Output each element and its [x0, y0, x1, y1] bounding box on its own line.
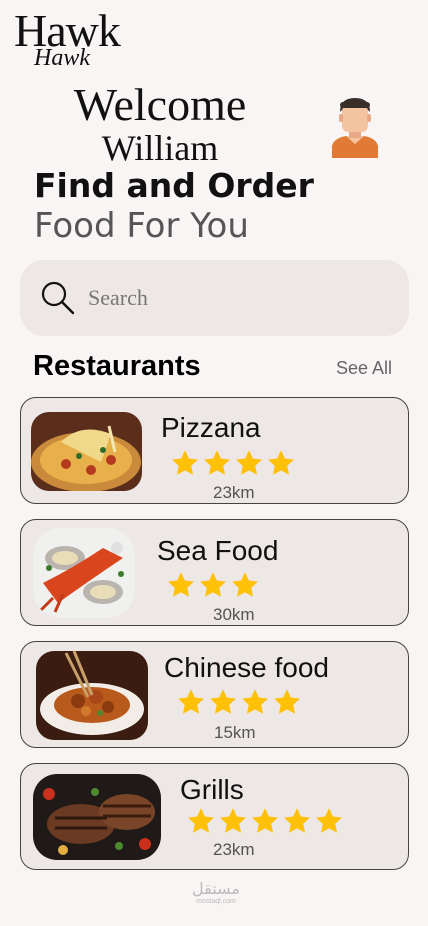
app-logo: Hawk Hawk	[14, 8, 144, 71]
pizza-photo	[31, 412, 142, 491]
rating-stars	[165, 570, 261, 600]
headline: Find and Order Food For You	[34, 166, 314, 246]
star-icon	[252, 808, 278, 833]
restaurant-distance: 23km	[213, 840, 255, 859]
rating-stars	[185, 806, 345, 836]
restaurant-card-grills[interactable]: Grills 23km	[20, 763, 409, 870]
star-icon	[188, 808, 214, 833]
star-icon	[210, 689, 236, 714]
headline-line-2: Food For You	[34, 206, 249, 246]
see-all-link[interactable]: See All	[336, 358, 392, 379]
star-icon	[236, 450, 262, 475]
welcome-greeting: Welcome William	[60, 79, 260, 168]
chinese-food-photo	[36, 651, 148, 740]
restaurant-distance: 15km	[214, 723, 256, 742]
star-icon	[204, 450, 230, 475]
restaurant-name: Grills	[180, 774, 244, 805]
restaurant-name: Sea Food	[157, 535, 279, 566]
star-icon	[274, 689, 300, 714]
user-name: William	[101, 128, 219, 168]
watermark: مستقل mostaql.com	[186, 880, 246, 906]
watermark-arabic: مستقل	[192, 879, 240, 898]
star-icon	[172, 450, 198, 475]
search-icon[interactable]	[40, 280, 76, 316]
restaurant-card-pizzana[interactable]: Pizzana 23km	[20, 397, 409, 504]
rating-stars	[169, 448, 297, 478]
restaurant-name: Chinese food	[164, 652, 330, 683]
star-icon	[316, 808, 342, 833]
welcome-text: Welcome	[73, 79, 247, 130]
star-icon	[268, 450, 294, 475]
grilled-meat-photo	[33, 774, 161, 860]
restaurant-distance: 30km	[213, 605, 255, 624]
star-icon	[178, 689, 204, 714]
restaurant-card-sea-food[interactable]: Sea Food 30km	[20, 519, 409, 626]
star-icon	[232, 572, 258, 597]
restaurant-distance: 23km	[213, 483, 255, 502]
search-bar[interactable]	[20, 260, 409, 336]
rating-stars	[175, 687, 303, 717]
logo-script-text: Hawk	[34, 45, 90, 71]
star-icon	[242, 689, 268, 714]
star-icon	[168, 572, 194, 597]
star-icon	[220, 808, 246, 833]
star-icon	[200, 572, 226, 597]
search-input[interactable]	[88, 285, 368, 311]
restaurants-heading: Restaurants	[33, 350, 201, 382]
restaurant-card-chinese-food[interactable]: Chinese food 15km	[20, 641, 409, 748]
star-icon	[284, 808, 310, 833]
user-avatar-icon	[332, 98, 378, 158]
seafood-photo	[33, 528, 135, 618]
avatar[interactable]	[328, 96, 382, 158]
headline-line-1: Find and Order	[34, 166, 314, 205]
restaurant-name: Pizzana	[161, 412, 261, 443]
watermark-url: mostaql.com	[196, 898, 236, 905]
